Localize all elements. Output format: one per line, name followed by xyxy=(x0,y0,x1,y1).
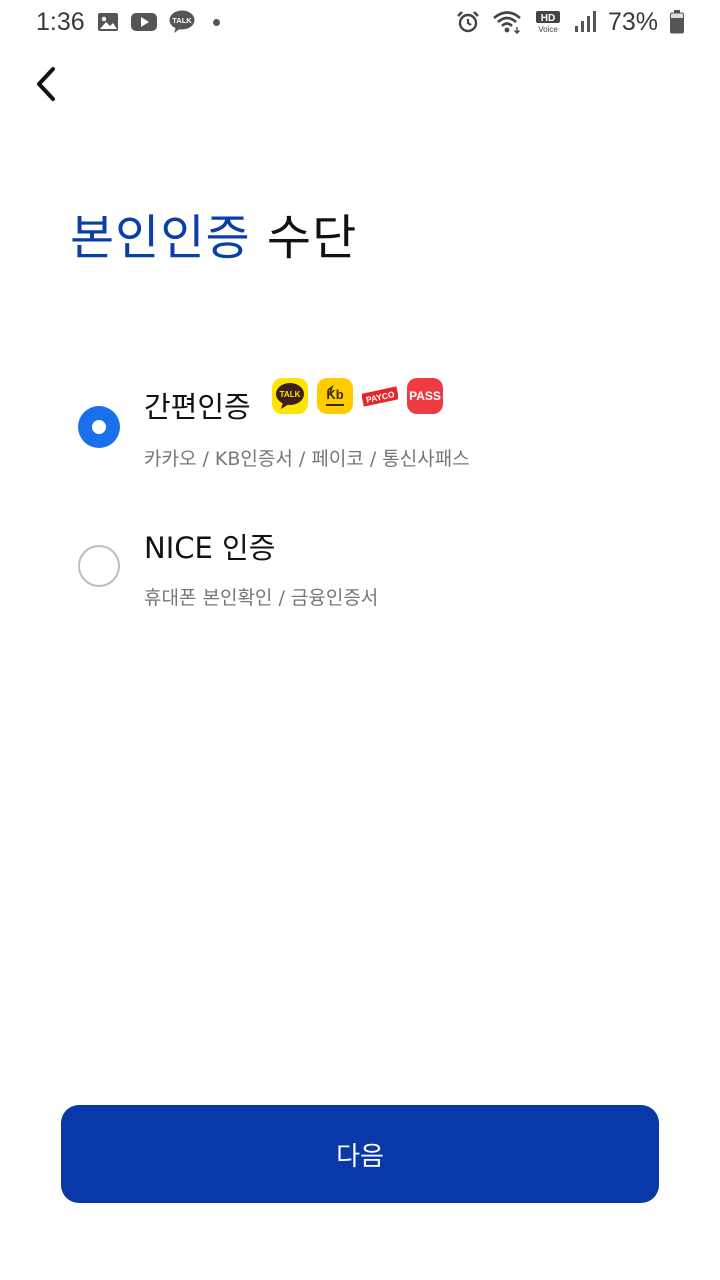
kb-icon: Kb xyxy=(317,378,353,414)
hd-voice-icon: HD Voice xyxy=(534,10,562,34)
battery-icon xyxy=(670,10,684,34)
radio-simple-auth[interactable] xyxy=(78,406,120,448)
kakao-text: TALK xyxy=(280,390,301,399)
kakaotalk-icon: TALK xyxy=(169,10,195,34)
provider-icons: TALK Kb PAYCO PASS xyxy=(272,378,443,414)
back-button[interactable] xyxy=(22,60,70,112)
talk-text: TALK xyxy=(172,16,192,25)
option-nice-auth[interactable]: NICE 인증 휴대폰 본인확인 / 금융인증서 xyxy=(0,515,720,625)
option-simple-auth[interactable]: 간편인증 TALK Kb PAYCO PASS 카카오 / KB인증서 / 페이… xyxy=(0,370,720,480)
pass-icon: PASS xyxy=(407,378,443,414)
alarm-icon xyxy=(456,10,480,34)
kakao-icon: TALK xyxy=(272,378,308,414)
status-time: 1:36 xyxy=(36,7,85,36)
option-nice-auth-label: NICE 인증 xyxy=(144,531,276,565)
page-title-accent: 본인인증 xyxy=(70,210,251,266)
chevron-left-icon xyxy=(33,66,59,106)
youtube-icon xyxy=(130,12,157,32)
status-bar: 1:36 TALK HD Voice 73% xyxy=(0,0,720,44)
next-button[interactable]: 다음 xyxy=(61,1105,659,1203)
status-left: 1:36 TALK xyxy=(36,8,220,37)
voice-text: Voice xyxy=(538,25,558,34)
payco-icon: PAYCO xyxy=(362,378,398,414)
page-title-rest: 수단 xyxy=(266,210,358,266)
signal-icon xyxy=(574,11,596,33)
option-nice-auth-desc: 휴대폰 본인확인 / 금융인증서 xyxy=(144,587,379,609)
option-simple-auth-label: 간편인증 xyxy=(144,390,251,424)
battery-percent: 73% xyxy=(607,7,658,36)
wifi-icon xyxy=(492,10,522,34)
gallery-icon xyxy=(97,12,119,32)
notification-dot-icon xyxy=(212,18,220,26)
page-title: 본인인증 수단 xyxy=(70,198,357,268)
radio-nice-auth[interactable] xyxy=(78,545,120,587)
hd-text: HD xyxy=(541,13,555,24)
status-right: HD Voice 73% xyxy=(456,8,684,37)
option-simple-auth-desc: 카카오 / KB인증서 / 페이코 / 통신사패스 xyxy=(144,448,470,470)
